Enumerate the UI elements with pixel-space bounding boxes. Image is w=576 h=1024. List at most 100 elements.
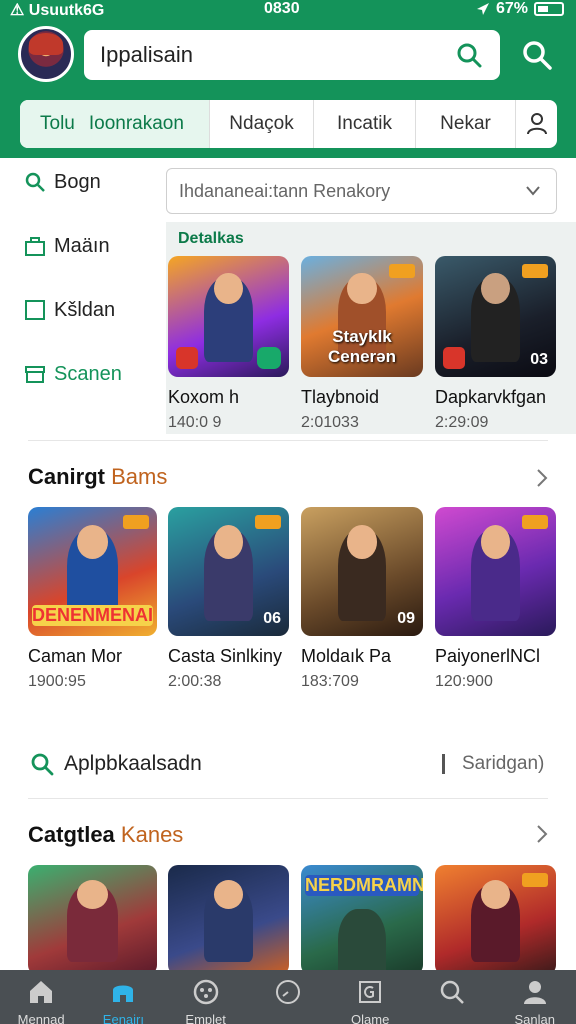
search-box <box>84 30 500 80</box>
badge-icon <box>522 873 548 887</box>
featured-title: Detalkas <box>178 230 244 247</box>
thumbnail-caption: DENENMENAI <box>32 605 154 626</box>
archive-icon <box>25 366 45 383</box>
featured-card[interactable]: Koxom h 140:0 9 <box>168 256 289 432</box>
card-title: Moldaık Pa <box>301 646 392 666</box>
thumbnail-number: 09 <box>397 610 415 627</box>
nav-search[interactable] <box>411 970 493 1024</box>
filter-dropdown[interactable]: Ihdananeai:tann Renakory <box>166 168 557 214</box>
featured-card[interactable]: 03 Dapkarvkfgan 2:29:09 <box>435 256 556 432</box>
nav-label: Eenairı <box>102 1012 144 1024</box>
tab-profile[interactable] <box>516 100 557 148</box>
app-header: ⚠ Usuutk6G 0830 67% Tolu Ioonrakaon Ndaç… <box>0 0 576 158</box>
card-subtitle: 120:900 <box>435 673 493 690</box>
thumbnail-number: 06 <box>263 610 281 627</box>
game-thumbnail <box>168 865 289 975</box>
card-subtitle: 1900:95 <box>28 673 86 690</box>
search-input[interactable] <box>100 40 440 70</box>
filter-text: Ihdananeai:tann Renakory <box>179 181 391 201</box>
divider <box>442 754 445 774</box>
tab-label: Tolu <box>40 113 75 134</box>
divider <box>28 440 548 441</box>
sidebar-item-label: Maäın <box>54 234 110 257</box>
section-title-accent: Bams <box>111 464 168 489</box>
search-icon <box>25 172 45 192</box>
chevron-right-icon[interactable] <box>534 822 550 846</box>
section-title-main: Canirgt <box>28 464 105 489</box>
section-title-accent: Kanes <box>120 822 184 847</box>
game-thumbnail: NERDMRAMN <box>301 865 423 975</box>
badge-icon <box>389 264 415 278</box>
secondary-search-alt: Saridgan) <box>462 753 545 774</box>
tab-tolu[interactable]: Tolu Ioonrakaon <box>20 100 210 148</box>
nav-home[interactable]: Mennad <box>0 970 82 1024</box>
sidebar-item-label: Scanen <box>54 362 122 385</box>
nav-apps[interactable]: Olame <box>329 970 411 1024</box>
tab-incatik[interactable]: Incatik <box>314 100 416 148</box>
apps-icon <box>359 981 382 1003</box>
nav-store[interactable]: Eenairı <box>82 970 164 1024</box>
game-thumbnail <box>435 865 556 975</box>
secondary-search[interactable]: Aplpbkaalsadn Saridgan) <box>28 750 558 780</box>
card-subtitle: 2:00:38 <box>168 673 222 690</box>
game-card[interactable]: 06 Casta Sinlkiny 2:00:38 <box>168 507 289 691</box>
nav-games[interactable]: Emplet <box>165 970 247 1024</box>
sidebar-item-label: Kšldan <box>54 298 116 321</box>
card-subtitle: 2:01033 <box>301 414 359 431</box>
game-card[interactable]: DENENMENAI Caman Mor 1900:95 <box>28 507 157 691</box>
bag-icon <box>25 237 45 256</box>
nav-label: Emplet <box>185 1012 226 1024</box>
game-card[interactable] <box>435 865 556 975</box>
status-bar: ⚠ Usuutk6G 0830 67% <box>0 0 576 20</box>
tab-ndacok[interactable]: Ndaçok <box>210 100 314 148</box>
card-title: Tlaybnoid <box>301 387 380 407</box>
sidebar-item-bogn[interactable]: Bogn <box>24 170 164 194</box>
chevron-down-icon <box>526 186 540 196</box>
card-title: Dapkarvkfgan <box>435 387 547 407</box>
card-subtitle: 2:29:09 <box>435 414 489 431</box>
card-subtitle: 183:709 <box>301 673 359 690</box>
card-title: PaiyonerlNCl <box>435 646 541 666</box>
game-thumbnail: Stayklk Cenerən <box>301 256 423 377</box>
game-thumbnail <box>28 865 157 975</box>
game-card[interactable]: 09 Moldaık Pa 183:709 <box>301 507 423 691</box>
game-card[interactable]: NERDMRAMN <box>301 865 423 975</box>
sidebar-item-kldan[interactable]: Kšldan <box>24 298 164 322</box>
location-icon <box>476 3 489 15</box>
game-thumbnail: DENENMENAI <box>28 507 157 636</box>
nav-explore[interactable] <box>247 970 329 1024</box>
nav-label: Olame <box>351 1012 390 1024</box>
sidebar-item-maain[interactable]: Maäın <box>24 234 164 258</box>
user-icon <box>526 113 547 135</box>
thumbnail-caption: Stayklk Cenerən <box>327 327 397 366</box>
sidebar-item-label: Bogn <box>54 170 101 193</box>
card-title: Casta Sinlkiny <box>168 646 283 666</box>
avatar[interactable] <box>18 26 74 82</box>
badge-icon <box>443 347 465 369</box>
nav-label: Sanlan <box>514 1012 555 1024</box>
featured-card[interactable]: Stayklk Cenerən Tlaybnoid 2:01033 <box>301 256 423 432</box>
header-search-button[interactable] <box>520 38 554 72</box>
game-thumbnail: 09 <box>301 507 423 636</box>
game-thumbnail: 03 <box>435 256 556 377</box>
battery-percent: 67% <box>495 0 528 17</box>
section-title-main: Catgtlea <box>28 822 115 847</box>
clock: 0830 <box>264 0 300 17</box>
game-card[interactable] <box>28 865 157 975</box>
badge-icon <box>255 515 281 529</box>
sidebar-item-scanen[interactable]: Scanen <box>24 362 164 386</box>
game-card[interactable] <box>168 865 289 975</box>
search-icon[interactable] <box>456 42 482 68</box>
tab-nekar[interactable]: Nekar <box>416 100 516 148</box>
nav-profile[interactable]: Sanlan <box>494 970 576 1024</box>
chevron-right-icon[interactable] <box>534 466 550 490</box>
store-icon <box>113 985 134 1002</box>
section-title: Canirgt Bams <box>28 464 167 490</box>
home-icon <box>30 981 52 1003</box>
thumbnail-caption: NERDMRAMN <box>305 875 423 896</box>
status-right: 67% <box>476 0 564 18</box>
games-icon <box>193 979 218 1005</box>
sidebar: Bogn Maäın Kšldan Scanen <box>24 170 164 426</box>
game-card[interactable]: PaiyonerlNCl 120:900 <box>435 507 556 691</box>
badge-icon <box>522 264 548 278</box>
